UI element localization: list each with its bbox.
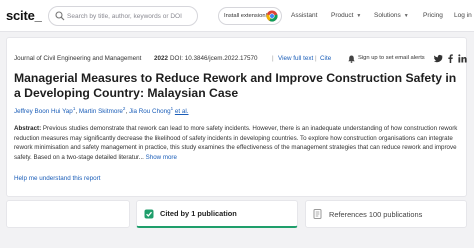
nav-assistant[interactable]: Assistant — [291, 12, 317, 19]
separator: | — [315, 55, 317, 62]
scite-logo[interactable]: scite_ — [6, 8, 42, 23]
nav-pricing-label: Pricing — [423, 12, 443, 19]
author-link[interactable]: Jia Rou Chong — [129, 108, 171, 115]
show-more-link[interactable]: Show more — [146, 154, 177, 161]
search-icon — [55, 11, 65, 21]
cite-link[interactable]: Cite — [320, 55, 331, 62]
bell-icon[interactable] — [348, 55, 355, 63]
twitter-icon[interactable] — [434, 54, 443, 63]
view-full-text-link[interactable]: View full text — [278, 55, 313, 62]
facebook-icon[interactable] — [446, 54, 455, 63]
install-extension-label: Install extension! — [224, 13, 268, 19]
paper-title: Managerial Measures to Reduce Rework and… — [14, 71, 457, 100]
chrome-icon — [266, 10, 278, 22]
separator: | — [272, 55, 274, 62]
nav-product-label: Product — [331, 12, 354, 19]
nav-login[interactable]: Log in — [454, 12, 472, 19]
doi-text[interactable]: DOI: 10.3846/jcem.2022.17570 — [170, 55, 258, 62]
author-link[interactable]: Jeffrey Boon Hui Yap — [14, 108, 73, 115]
abstract-label: Abstract: — [14, 125, 42, 132]
et-al-link[interactable]: et al. — [175, 108, 189, 115]
search-input[interactable] — [67, 10, 195, 23]
tab-cited-by[interactable]: Cited by 1 publication — [136, 200, 298, 228]
email-alerts-link[interactable]: Sign up to set email alerts — [358, 55, 425, 61]
nav-solutions[interactable]: Solutions ▼ — [374, 12, 409, 19]
references-icon — [313, 209, 322, 219]
tab-cited-by-label: Cited by 1 publication — [160, 209, 237, 218]
help-understand-link[interactable]: Help me understand this report — [14, 175, 100, 182]
top-navigation-bar: scite_ Install extension! Assistant Prod… — [0, 0, 474, 32]
nav-pricing[interactable]: Pricing — [423, 12, 443, 19]
author-link[interactable]: Martin Skitmore — [79, 108, 123, 115]
publication-year: 2022 — [154, 55, 169, 62]
author-list: Jeffrey Boon Hui Yap1, Martin Skitmore2,… — [14, 106, 189, 116]
search-box[interactable] — [48, 6, 198, 26]
nav-login-label: Log in — [454, 12, 472, 19]
nav-solutions-label: Solutions — [374, 12, 401, 19]
linkedin-icon[interactable] — [458, 54, 467, 63]
abstract-text: Previous studies demonstrate that rework… — [14, 125, 458, 161]
nav-product[interactable]: Product ▼ — [331, 12, 361, 19]
tab-references[interactable]: References 100 publications — [305, 200, 467, 228]
abstract: Abstract: Previous studies demonstrate t… — [14, 124, 464, 162]
chevron-down-icon: ▼ — [356, 13, 362, 19]
chevron-down-icon: ▼ — [403, 13, 409, 19]
nav-assistant-label: Assistant — [291, 12, 318, 19]
empty-panel — [6, 200, 130, 228]
tab-references-label: References 100 publications — [329, 209, 423, 219]
cited-by-icon — [144, 209, 154, 218]
journal-name[interactable]: Journal of Civil Engineering and Managem… — [14, 55, 141, 62]
install-extension-button[interactable]: Install extension! — [218, 7, 282, 25]
